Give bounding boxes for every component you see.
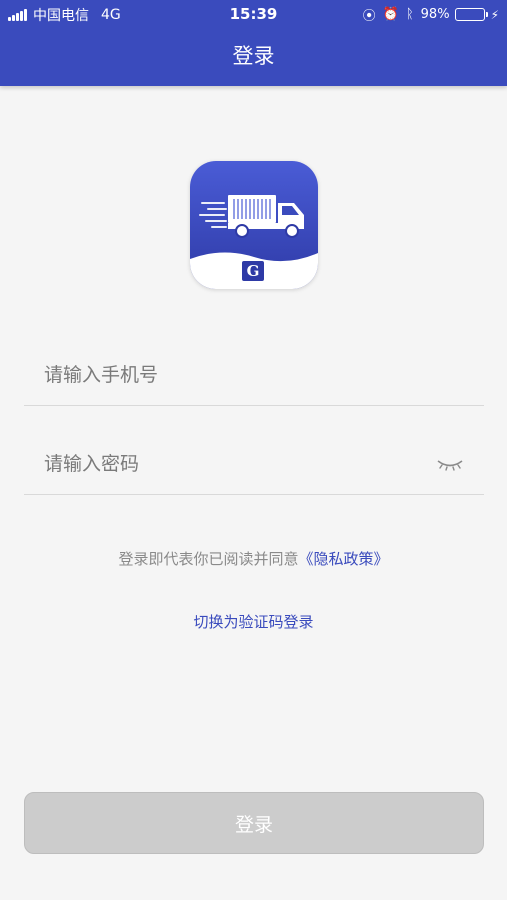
switch-to-sms-login-link[interactable]: 切换为验证码登录 xyxy=(0,611,507,632)
status-bar: 中国电信 4G 15:39 ⦿ ⏰ ᚱ 98% ⚡ xyxy=(0,0,507,28)
phone-field xyxy=(24,346,484,406)
login-button[interactable]: 登录 xyxy=(24,792,484,854)
password-input[interactable] xyxy=(44,449,424,479)
charging-icon: ⚡ xyxy=(490,7,499,22)
privacy-policy-link[interactable]: 《隐私政策》 xyxy=(299,550,389,568)
app-logo: G xyxy=(190,161,318,289)
agreement-label: 登录即代表你已阅读并同意 xyxy=(118,550,299,568)
eye-closed-icon[interactable] xyxy=(436,456,464,474)
bluetooth-icon: ᚱ xyxy=(405,7,414,22)
logo-letter: G xyxy=(246,262,260,280)
agreement-text: 登录即代表你已阅读并同意《隐私政策》 xyxy=(0,548,507,569)
orientation-lock-icon: ⦿ xyxy=(362,9,376,24)
battery-percent: 98% xyxy=(420,7,450,22)
phone-input[interactable] xyxy=(44,360,424,390)
password-field xyxy=(24,435,484,495)
page-title: 登录 xyxy=(232,44,275,68)
alarm-icon: ⏰ xyxy=(382,7,399,22)
battery-icon xyxy=(454,8,488,21)
app-bar: 中国电信 4G 15:39 ⦿ ⏰ ᚱ 98% ⚡ 登录 xyxy=(0,0,507,86)
